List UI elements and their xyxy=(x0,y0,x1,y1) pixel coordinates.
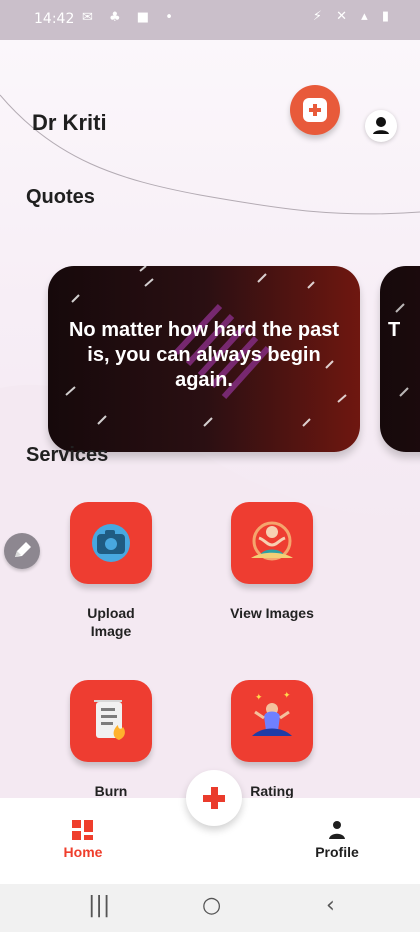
dashboard-icon xyxy=(72,820,93,840)
nav-profile-label: Profile xyxy=(315,844,359,860)
system-navigation-bar: ||| ○ ‹ xyxy=(0,884,420,932)
quote-text: T xyxy=(388,319,401,341)
service-label: Upload Image xyxy=(87,605,135,639)
document-icon xyxy=(94,700,125,740)
profile-button[interactable] xyxy=(365,110,397,142)
service-label: View Images xyxy=(230,605,314,621)
home-page: Dr Kriti Quotes No matter how hard the p… xyxy=(0,40,420,798)
service-view-images[interactable]: View Images xyxy=(229,502,315,622)
edit-button[interactable] xyxy=(4,533,40,569)
status-left-icons: ✉ ♣ ■ • xyxy=(82,10,179,25)
meditation-icon xyxy=(251,521,293,561)
person-lotus-icon: ✦ ✦ xyxy=(252,690,292,736)
nav-home-label: Home xyxy=(63,844,103,860)
status-time: 14:42 xyxy=(34,11,75,27)
service-label: Burn xyxy=(94,783,128,798)
burn-tile[interactable] xyxy=(70,680,152,762)
status-bar: 14:42 ✉ ♣ ■ • ⚡ ✕ ▴ ▮ xyxy=(0,0,420,40)
svg-text:✦: ✦ xyxy=(255,692,263,702)
home-system-button[interactable]: ○ xyxy=(202,893,221,918)
quote-text: No matter how hard the past is, you can … xyxy=(68,319,340,391)
services-heading: Services xyxy=(26,444,109,466)
nav-home[interactable]: Home xyxy=(50,820,116,860)
page-title: Dr Kriti xyxy=(32,110,107,135)
add-record-button[interactable] xyxy=(290,85,340,135)
upload-image-tile[interactable] xyxy=(70,502,152,584)
quote-card-next[interactable]: T xyxy=(380,266,420,452)
service-burn[interactable]: Burn xyxy=(68,680,154,798)
status-right-icons: ⚡ ✕ ▴ ▮ xyxy=(312,9,394,24)
svg-text:✦: ✦ xyxy=(283,690,291,700)
rating-tile[interactable]: ✦ ✦ xyxy=(231,680,313,762)
pencil-icon xyxy=(15,542,31,557)
quote-card[interactable]: No matter how hard the past is, you can … xyxy=(48,266,360,452)
profile-icon xyxy=(329,821,345,839)
nav-profile[interactable]: Profile xyxy=(300,820,374,860)
plus-icon-bar xyxy=(203,795,225,802)
center-add-button[interactable] xyxy=(186,770,242,826)
quote-pattern xyxy=(395,303,409,397)
view-images-tile[interactable] xyxy=(231,502,313,584)
user-icon xyxy=(373,117,389,134)
service-upload-image[interactable]: Upload Image xyxy=(68,502,154,640)
back-button[interactable]: ‹ xyxy=(326,893,335,918)
plus-icon xyxy=(303,98,327,122)
recent-apps-button[interactable]: ||| xyxy=(88,893,110,918)
quotes-heading: Quotes xyxy=(26,186,95,208)
service-rating[interactable]: ✦ ✦ Rating xyxy=(229,680,315,798)
camera-icon xyxy=(92,524,130,562)
